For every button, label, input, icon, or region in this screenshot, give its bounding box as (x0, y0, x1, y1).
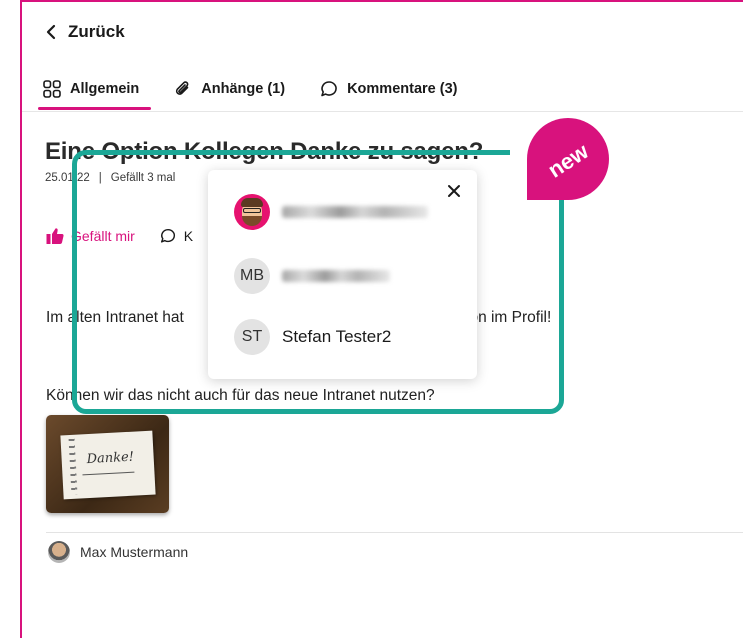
back-label: Zurück (68, 22, 125, 41)
note-text: Danke! (86, 449, 135, 468)
comment-icon (321, 81, 337, 97)
avatar (234, 194, 270, 230)
chevron-left-icon (46, 24, 56, 40)
paperclip-icon (176, 81, 189, 95)
grid-icon (43, 80, 61, 98)
tab-label: Kommentare (3) (347, 81, 458, 97)
note-rings (68, 438, 78, 495)
liker-name: Stefan Tester2 (282, 327, 392, 346)
blurred-name (282, 206, 428, 218)
avatar: ST (234, 319, 270, 355)
author-divider (46, 532, 743, 533)
new-badge: new (527, 118, 609, 200)
thumbs-up-icon (46, 228, 64, 244)
avatar: MB (234, 258, 270, 294)
tab-bar: Allgemein Anhänge (1) Kommentare (3) (37, 72, 459, 110)
new-badge-label: new (542, 138, 593, 183)
liker-row[interactable]: ST Stefan Tester2 (234, 319, 391, 355)
tab-divider (22, 111, 743, 112)
tab-label: Allgemein (70, 81, 140, 97)
attachment-image[interactable]: Danke! (46, 415, 169, 513)
author-name: Max Mustermann (80, 544, 189, 560)
note-paper: Danke! (60, 430, 156, 500)
tab-kommentare[interactable]: Kommentare (3) (317, 72, 459, 106)
note-underline (82, 471, 135, 476)
back-button[interactable]: Zurück (44, 22, 125, 42)
tab-label: Anhänge (1) (201, 81, 286, 97)
likes-popup: MB ST Stefan Tester2 (208, 170, 477, 379)
tab-anhaenge[interactable]: Anhänge (1) (171, 72, 287, 106)
close-icon[interactable] (445, 182, 463, 200)
liker-row[interactable]: MB (234, 258, 390, 294)
tab-allgemein[interactable]: Allgemein (37, 72, 152, 110)
blurred-name (282, 270, 390, 282)
post-author[interactable]: Max Mustermann (48, 541, 188, 563)
liker-row[interactable] (234, 194, 428, 230)
avatar (48, 541, 70, 563)
